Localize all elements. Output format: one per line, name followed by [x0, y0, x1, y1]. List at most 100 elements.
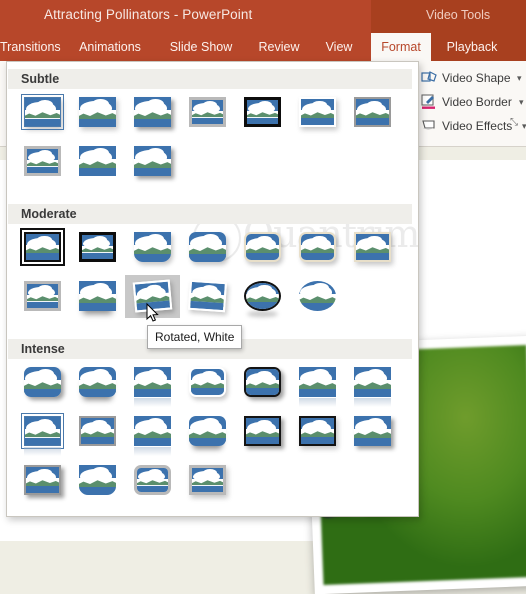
- video-style-relaxed-perspective-tilt[interactable]: [180, 410, 235, 453]
- video-style-relaxed-perspective-white[interactable]: [70, 361, 125, 404]
- video-style-rotated-gradient-white[interactable]: [180, 275, 235, 318]
- style-thumbnail-image: [20, 228, 65, 266]
- video-style-metal-rounded-rectangle[interactable]: [290, 226, 345, 269]
- video-style-perspective-shadow-left[interactable]: [15, 410, 70, 456]
- video-style-soft-edge-oval[interactable]: [290, 275, 345, 318]
- video-style-metal-rounded-blue[interactable]: [70, 459, 125, 502]
- video-effects-icon: [421, 118, 438, 134]
- video-style-soft-edge-rectangle[interactable]: [235, 226, 290, 269]
- video-style-bevel-perspective-white[interactable]: [180, 361, 235, 404]
- video-style-center-shadow-rectangle[interactable]: [15, 140, 70, 183]
- style-thumbnail-image: [354, 232, 391, 262]
- video-style-reflected-perspective-right[interactable]: [290, 361, 345, 407]
- video-shape-icon: [421, 70, 438, 86]
- video-style-moderate-frame-white[interactable]: [70, 410, 125, 453]
- video-style-perspective-relaxed-dark[interactable]: [345, 410, 400, 453]
- style-thumbnail-image: [299, 232, 336, 262]
- style-thumbnail-image: [21, 413, 64, 449]
- tab-animations[interactable]: Animations: [66, 33, 154, 61]
- style-thumbnail-image: [79, 465, 116, 495]
- ribbon-tab-strip[interactable]: Transitions Animations Slide Show Review Vie…: [0, 33, 526, 61]
- video-style-compound-frame-black[interactable]: [290, 91, 345, 134]
- video-style-beveled-perspective-left[interactable]: [15, 361, 70, 404]
- chevron-down-icon[interactable]: ▾: [519, 91, 524, 113]
- dialog-box-launcher[interactable]: ⤡: [510, 117, 521, 128]
- video-style-snip-diagonal-corner-white[interactable]: [125, 140, 180, 183]
- video-border-icon: [421, 94, 438, 110]
- video-style-metal-frame-dark[interactable]: [15, 459, 70, 502]
- style-thumbnail-image: [244, 416, 281, 446]
- style-thumbnail-image: [354, 367, 391, 397]
- style-thumbnail-image: [354, 97, 391, 127]
- video-style-thick-matte-black[interactable]: [70, 226, 125, 269]
- video-style-reflected-rounded-rectangle[interactable]: [125, 361, 180, 407]
- tab-view[interactable]: View: [315, 33, 363, 61]
- video-shape-label: Video Shape: [442, 71, 511, 85]
- style-thumbnail-image: [299, 416, 336, 446]
- style-thumbnail-image: [134, 367, 171, 397]
- video-style-simple-frame-white[interactable]: [15, 91, 70, 134]
- chevron-down-icon[interactable]: ▾: [517, 67, 522, 89]
- style-thumbnail-image: [79, 97, 116, 127]
- tab-format[interactable]: Format: [371, 33, 431, 61]
- style-thumbnail-image: [24, 367, 61, 397]
- gallery-group-header-subtle: Subtle: [8, 69, 412, 89]
- mouse-cursor: [146, 302, 159, 323]
- video-style-bevel-rectangle-soft[interactable]: [180, 226, 235, 269]
- chevron-down-icon[interactable]: ▾: [522, 115, 526, 137]
- style-thumbnail-image: [24, 465, 61, 495]
- style-thumbnail-image: [189, 232, 226, 262]
- video-style-moderate-frame-black[interactable]: [345, 91, 400, 134]
- video-style-perspective-shadow-white[interactable]: [70, 275, 125, 318]
- video-style-rounded-bottom-corner[interactable]: [125, 226, 180, 269]
- style-thumbnail-image: [244, 281, 281, 311]
- style-thumbnail-image: [299, 281, 336, 311]
- video-style-bevel-frame-black[interactable]: [235, 410, 290, 453]
- style-thumbnail-image: [244, 97, 281, 127]
- tab-playback[interactable]: Playback: [434, 33, 510, 61]
- video-style-reflected-bevel-black[interactable]: [125, 410, 180, 456]
- style-thumbnail-image: [134, 465, 171, 495]
- style-thumbnail-image: [299, 97, 336, 127]
- style-thumbnail-image: [21, 94, 64, 130]
- video-style-rounded-diagonal-corner-white[interactable]: [70, 140, 125, 183]
- style-thumbnail-image: [244, 232, 281, 262]
- gallery-group-header-moderate: Moderate: [8, 204, 412, 224]
- style-tooltip: Rotated, White: [147, 325, 243, 349]
- style-thumbnail-image: [79, 232, 116, 262]
- video-style-compound-frame-gray[interactable]: [15, 275, 70, 318]
- video-styles-gallery[interactable]: Quantrimang SubtleModerateIntense: [6, 61, 419, 517]
- video-style-bevel-perspective-black[interactable]: [235, 361, 290, 404]
- style-thumbnail-image: [79, 146, 116, 176]
- style-thumbnail-image: [24, 281, 61, 311]
- video-style-snip-corner-tan[interactable]: [345, 226, 400, 269]
- video-style-metal-oval-gray[interactable]: [125, 459, 180, 502]
- video-effects-label: Video Effects: [442, 119, 513, 133]
- style-thumbnail-image: [79, 367, 116, 397]
- video-style-reflected-bevel-white[interactable]: [345, 361, 400, 407]
- video-style-simple-frame-black[interactable]: [235, 91, 290, 134]
- style-thumbnail-image: [24, 146, 61, 176]
- video-border-label: Video Border: [442, 95, 512, 109]
- video-style-simple-frame-gray[interactable]: [180, 91, 235, 134]
- style-thumbnail-image: [189, 465, 226, 495]
- video-style-beveled-matte-white[interactable]: [70, 91, 125, 134]
- video-style-oval-black[interactable]: [235, 275, 290, 318]
- contextual-tools-group: Video Tools: [371, 0, 526, 33]
- tab-slide-show[interactable]: Slide Show: [159, 33, 243, 61]
- video-style-metal-rounded-gray[interactable]: [180, 459, 235, 502]
- style-thumbnail-image: [134, 416, 171, 446]
- style-thumbnail-image: [244, 367, 281, 397]
- video-style-double-frame-black[interactable]: [15, 226, 70, 269]
- style-thumbnail-image: [187, 279, 228, 313]
- tab-review[interactable]: Review: [248, 33, 310, 61]
- style-thumbnail-image: [189, 97, 226, 127]
- tab-transitions[interactable]: Transitions: [0, 33, 61, 61]
- video-tools-label: Video Tools: [426, 8, 491, 22]
- video-style-drop-shadow-rectangle[interactable]: [125, 91, 180, 134]
- title-bar: Video Tools Attracting Pollinators - Pow…: [0, 0, 526, 33]
- style-thumbnail-image: [134, 232, 171, 262]
- style-thumbnail-image: [299, 367, 336, 397]
- style-thumbnail-image: [134, 97, 171, 127]
- video-style-drop-shadow-black-frame[interactable]: [290, 410, 345, 453]
